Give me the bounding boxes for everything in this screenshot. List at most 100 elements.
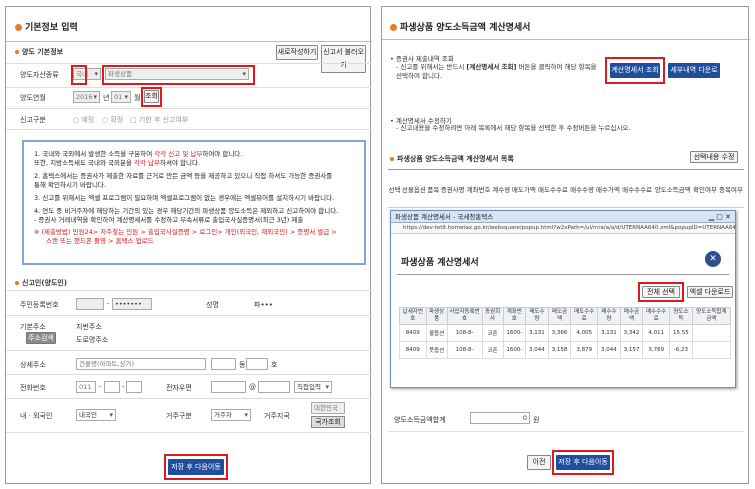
table-cell: 3,044 bbox=[525, 341, 549, 359]
list-column-header: 확인여부 bbox=[693, 185, 717, 194]
notice-line: 또한, 지방소득세도 국내와 국외분을 각각 납부하셔야 합니다. bbox=[34, 159, 201, 167]
popup-column-header: 납세자번호 bbox=[399, 307, 427, 325]
table-cell: 3,769 bbox=[642, 341, 671, 359]
new-form-button[interactable]: 새로작성하기 bbox=[276, 45, 318, 60]
popup-titlebar: 파생상품 계산명세서 - 국세청홈택스 ▁ ▢ ✕ bbox=[391, 211, 735, 223]
rrn-label: 주민등록번호 bbox=[20, 301, 59, 309]
table-cell: 4,005 bbox=[570, 324, 599, 342]
late-report-checkbox[interactable]: □ 기한 후 신고여부 bbox=[130, 115, 188, 125]
table-cell: 108-8- bbox=[446, 341, 483, 359]
email-label: 전자우편 bbox=[166, 384, 192, 392]
phone2-input[interactable] bbox=[104, 381, 120, 393]
phone3-input[interactable] bbox=[126, 381, 142, 393]
excel-download-button[interactable]: 엑셀 다운로드 bbox=[687, 286, 733, 298]
list-column-header: 매도가액 bbox=[511, 185, 536, 194]
window-controls[interactable]: ▁ ▢ ✕ bbox=[709, 211, 731, 223]
detail-address-input[interactable]: 건물명(아파트,상가) bbox=[76, 358, 206, 370]
notice-line: - 증권사 거래내역을 확인하여 계산명세서를 수정하고 부속서류로 출입국사실… bbox=[34, 216, 304, 224]
table-cell: 코픈 bbox=[481, 324, 504, 342]
name-label: 성명 bbox=[206, 301, 219, 309]
address-search-button[interactable]: 주소검색 bbox=[26, 332, 56, 344]
title-dot-icon bbox=[15, 24, 22, 31]
popup-column-header: 양도소득 bbox=[669, 307, 693, 325]
notice-line: 4. 연도 중 비거주자에 해당하는 기간의 있는 경우 해당기간의 파생상품 … bbox=[34, 207, 339, 215]
lookup-heading: • 증권사 제출내역 조회 bbox=[390, 55, 454, 63]
notice-extra: ※ (제출방법) 민원24> 자주찾는 민원 > 출입국사실증명 > 로그인> … bbox=[34, 228, 337, 245]
popup-column-header: 증권회사 bbox=[481, 307, 504, 325]
year-select[interactable]: 2016 bbox=[73, 91, 100, 103]
title-dot-icon bbox=[390, 24, 397, 31]
asset-type-label: 양도자산종류 bbox=[20, 71, 59, 79]
address-label: 기본주소 bbox=[20, 323, 46, 331]
list-column-header: 선택 bbox=[388, 185, 401, 194]
calc-popup-window: 파생상품 계산명세서 - 국세청홈택스 ▁ ▢ ✕ https://dev-te… bbox=[390, 210, 736, 388]
notice-line: 1. 국내와 국외에서 발생한 소득을 구분하여 각각 신고 및 납부하여야 합… bbox=[34, 150, 243, 158]
notice-line: 통해 확인하시기 바랍니다. bbox=[34, 181, 106, 189]
list-column-header: 선물옵션 bbox=[401, 185, 426, 194]
phone-label: 전화번호 bbox=[20, 384, 46, 392]
table-cell: 4,011 bbox=[642, 324, 671, 342]
table-cell: 15.55 bbox=[669, 324, 693, 342]
highlight-box bbox=[164, 454, 228, 480]
list-column-header: 계수량 bbox=[492, 185, 511, 194]
highlight-box bbox=[71, 65, 87, 85]
report-radio-scheduled[interactable]: ○ 예정 bbox=[73, 115, 94, 125]
load-report-button[interactable]: 신고서 불러오기 bbox=[321, 45, 366, 73]
table-cell: 3,366 bbox=[547, 324, 572, 342]
popup-table: 납세자번호 파생상품 사업자등록번호 증권회사 계좌번호 매도수량 매도금액 매도수수료 매수수… bbox=[399, 307, 732, 359]
edit-instruction: - 신고내용을 수정하려면 아래 목록에서 해당 항목을 선택한 후 수정버튼을… bbox=[396, 124, 631, 132]
table-cell: 3,131 bbox=[525, 324, 549, 342]
popup-title: 파생상품 계산명세서 bbox=[401, 258, 479, 268]
email-domain-input[interactable] bbox=[258, 381, 290, 393]
jibun-address: 지번주소 bbox=[76, 323, 102, 331]
period-label: 양도연월 bbox=[20, 94, 46, 102]
list-title: 파생상품 양도소득금액 계산명세서 목록 bbox=[390, 154, 514, 164]
table-cell: 108-8- bbox=[446, 324, 483, 342]
page-title: 기본정보 입력 bbox=[15, 20, 78, 33]
prev-button[interactable]: 이전 bbox=[527, 455, 551, 470]
detail-download-button[interactable]: 세부내역 다운로드 bbox=[668, 63, 720, 87]
notice-box: 1. 국내와 국외에서 발생한 소득을 구분하여 각각 신고 및 납부하여야 합… bbox=[22, 140, 366, 265]
list-column-header: 중복여부 bbox=[719, 185, 743, 194]
email-domain-select[interactable]: 직접입력 bbox=[294, 381, 332, 393]
edit-selected-button[interactable]: 선택내용 수정 bbox=[690, 151, 738, 163]
table-cell: 3,879 bbox=[570, 341, 599, 359]
residence-select[interactable]: 거주자 bbox=[211, 409, 251, 421]
country-search-button[interactable]: 국가조회 bbox=[311, 416, 345, 428]
phone1-input[interactable]: 011 bbox=[76, 381, 96, 393]
table-cell bbox=[691, 341, 732, 359]
dong-input[interactable] bbox=[211, 358, 236, 370]
table-cell bbox=[691, 324, 732, 342]
email-id-input[interactable] bbox=[211, 381, 246, 393]
residence-label: 거주구분 bbox=[166, 412, 192, 420]
table-cell: 8409 bbox=[399, 341, 427, 359]
list-column-header: 계좌번호 bbox=[466, 185, 491, 194]
lookup-instruction: - 신고를 위해서는 반드시 [계산명세서 조회] 버튼을 클릭하여 해당 항목… bbox=[396, 63, 597, 80]
popup-column-header: 사업자등록번호 bbox=[446, 307, 483, 325]
month-select[interactable]: 01 bbox=[111, 91, 131, 103]
highlight-box bbox=[552, 450, 614, 475]
table-cell: 3,342 bbox=[619, 324, 644, 342]
ho-input[interactable] bbox=[246, 358, 268, 370]
rrn-front-input[interactable] bbox=[76, 298, 104, 310]
table-row[interactable]: 8409 풋옵션 108-8- 코픈 1600- 3,044 3,158 3,879 3,044… bbox=[399, 341, 732, 359]
popup-column-header: 매도수수료 bbox=[570, 307, 599, 325]
rrn-back-input[interactable]: ••••••• bbox=[112, 298, 152, 310]
table-cell: 3,044 bbox=[597, 341, 621, 359]
table-cell: -6,23 bbox=[669, 341, 693, 359]
table-cell: 1600- bbox=[502, 341, 527, 359]
table-cell: 3,158 bbox=[547, 341, 572, 359]
table-row[interactable]: 8409 콜옵션 108-8- 코픈 1600- 3,131 3,366 4,005 3,131… bbox=[399, 324, 732, 342]
highlight-box bbox=[605, 57, 665, 84]
table-cell: 3,131 bbox=[597, 324, 621, 342]
popup-column-header: 매수금액 bbox=[619, 307, 644, 325]
list-column-header: 매도수수료 bbox=[538, 185, 568, 194]
popup-close-icon[interactable]: ✕ bbox=[705, 251, 721, 267]
report-radio-final[interactable]: ○ 확정 bbox=[102, 115, 123, 125]
popup-column-header: 계좌번호 bbox=[502, 307, 527, 325]
domestic-select[interactable]: 내국인 bbox=[76, 409, 116, 421]
table-cell: 3,157 bbox=[619, 341, 644, 359]
country-input[interactable]: 대한민국 bbox=[311, 402, 345, 414]
highlight-box bbox=[102, 65, 255, 85]
list-column-header: 증권사명 bbox=[440, 185, 465, 194]
